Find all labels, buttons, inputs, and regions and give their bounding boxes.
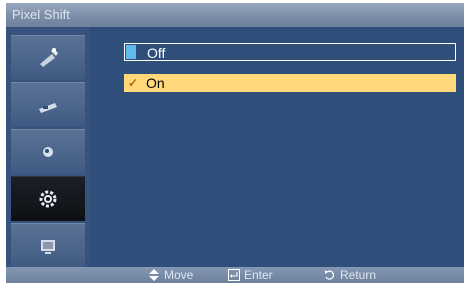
option-on[interactable]: ✓ On [124,74,456,92]
page-title: Pixel Shift [12,7,70,22]
sidebar-item-picture[interactable] [11,35,85,80]
sidebar-item-multi-screen[interactable] [11,223,85,268]
updown-arrow-icon [149,269,159,281]
sidebar-item-sound[interactable] [11,82,85,127]
sidebar-item-settings[interactable] [11,176,85,221]
gear-icon [39,190,57,208]
bottom-hint-bar: Move Enter Return [6,267,464,283]
title-bar: Pixel Shift [6,3,464,27]
hint-enter: Enter [228,267,273,283]
hint-return: Return [324,267,376,283]
check-icon: ✓ [128,76,139,90]
return-icon [325,270,335,280]
selection-marker [126,45,136,59]
enter-icon [228,269,240,281]
option-off[interactable]: Off [124,43,456,61]
hint-enter-label: Enter [244,268,273,282]
option-on-label: On [146,75,165,91]
sidebar [6,27,90,268]
circle-icon [43,147,53,157]
osd-window: Pixel Shift Off ✓ On Move Enter Return [6,3,464,283]
sound-icon [39,103,57,113]
options-panel: Off ✓ On [90,27,464,267]
hint-move-label: Move [164,268,194,282]
multi-screen-icon [41,240,55,254]
picture-settings-icon [40,48,58,67]
hint-return-label: Return [340,268,377,282]
option-off-label: Off [147,45,166,61]
sidebar-item-setup[interactable] [11,129,85,174]
hint-move: Move [148,267,193,283]
